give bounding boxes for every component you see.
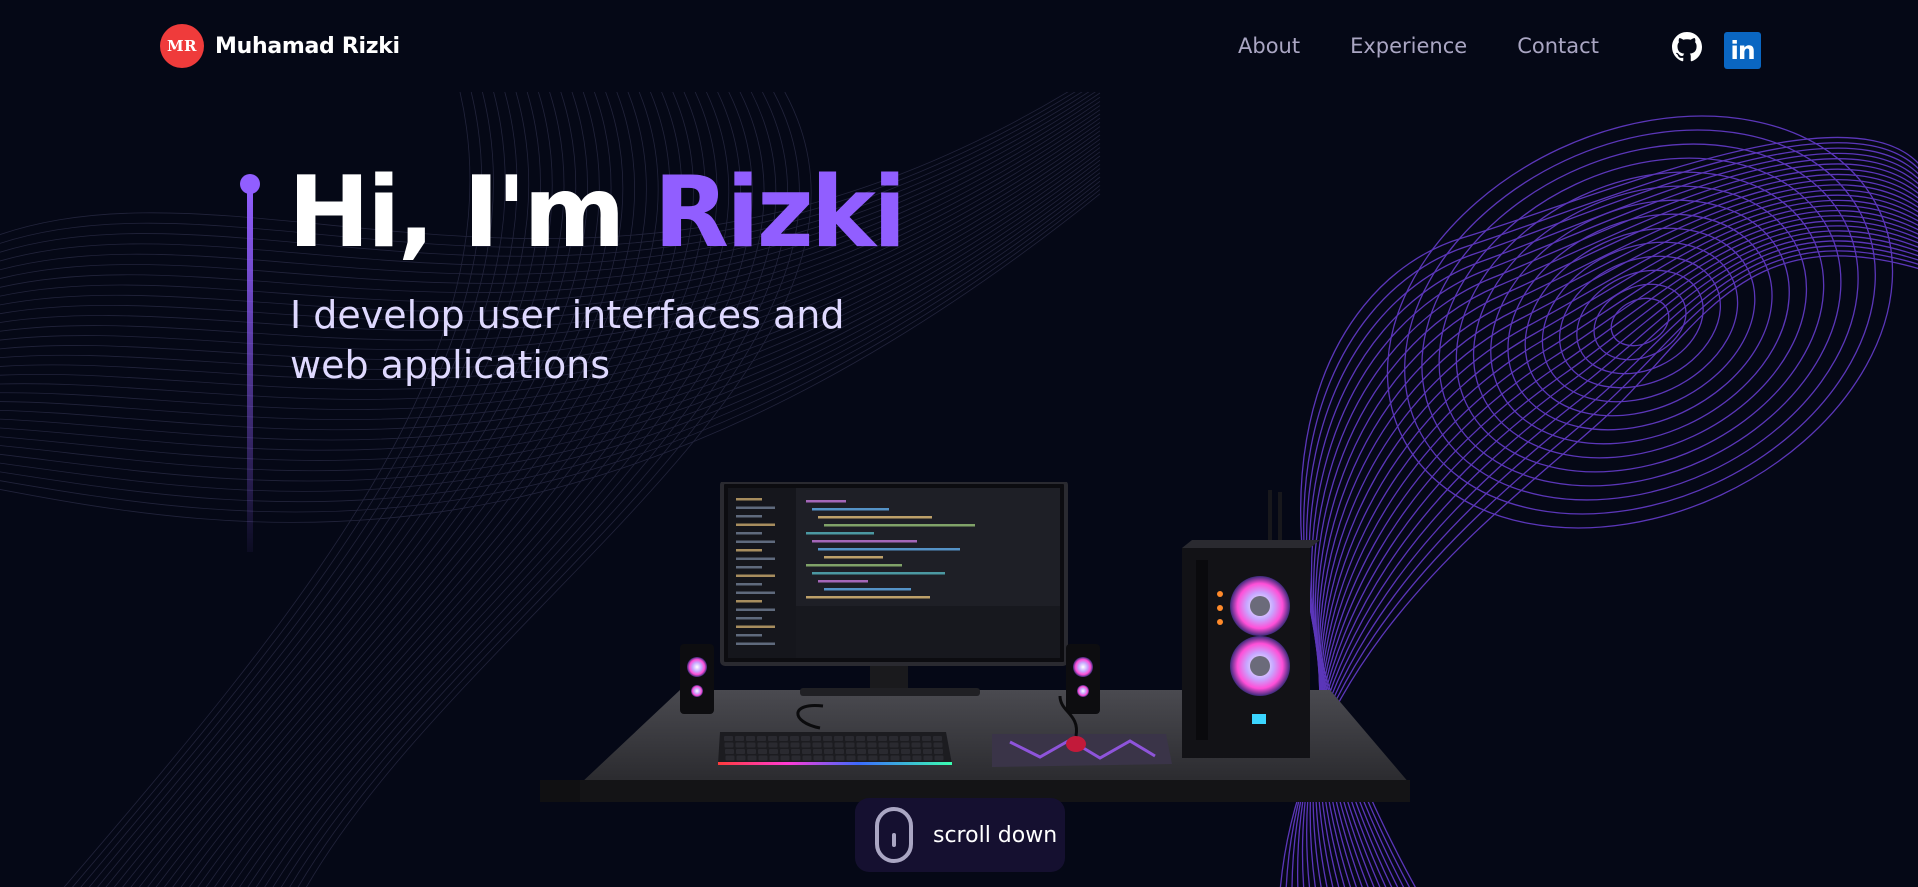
nav-link-contact[interactable]: Contact [1517,30,1599,62]
linkedin-icon[interactable]: in [1724,32,1761,69]
github-icon[interactable] [1672,32,1702,62]
brand-name: Muhamad Rizki [215,33,400,59]
github-icon-glyph [1672,32,1702,62]
mouse-icon [875,807,913,863]
accent-dot [240,174,260,194]
hero-headline: Hi, I'm Rizki [288,159,907,268]
accent-line [240,174,260,574]
scroll-down-button[interactable]: scroll down [855,798,1065,872]
scroll-down-label: scroll down [933,822,1058,848]
nav-links: About Experience Contact [1238,30,1649,62]
hero-section: Hi, I'm Rizki I develop user interfaces … [0,92,1918,887]
hero-greeting: Hi, I'm [288,156,654,270]
logo-badge: MR [160,24,204,68]
home-logo-link[interactable]: MR Muhamad Rizki [160,24,400,68]
hero-name: Rizki [653,156,907,270]
nav-link-experience[interactable]: Experience [1350,30,1467,62]
nav-link-about[interactable]: About [1238,30,1300,62]
navbar: MR Muhamad Rizki About Experience Contac… [0,0,1918,92]
accent-bar [247,192,253,552]
hero-subtitle: I develop user interfaces and web applic… [290,293,845,387]
